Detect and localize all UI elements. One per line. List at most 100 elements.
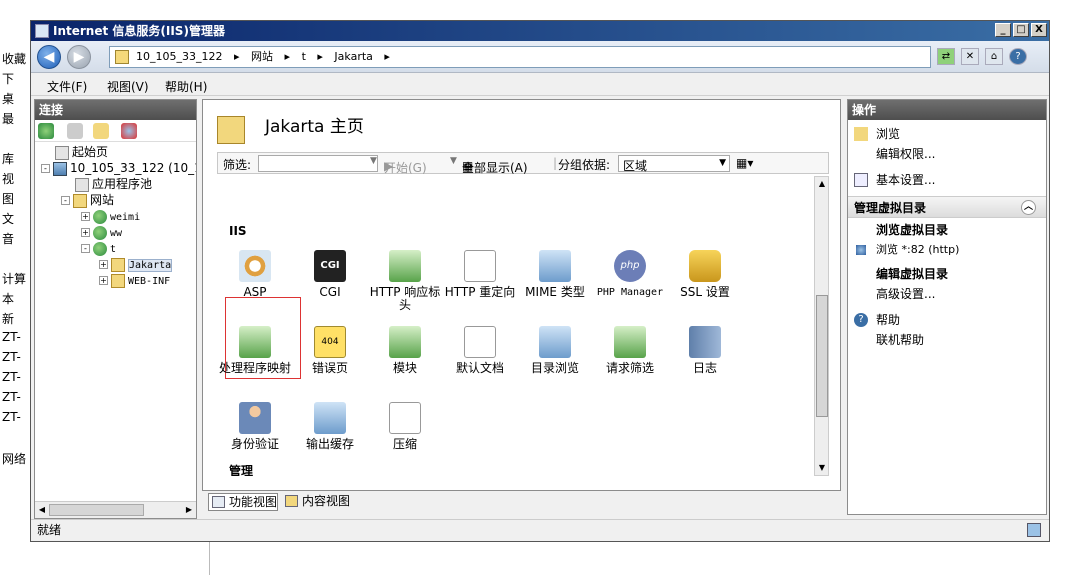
menu-file[interactable]: 文件(F) [47, 78, 87, 95]
status-bar: 就绪 [31, 519, 1049, 541]
expand-icon[interactable]: + [99, 276, 108, 285]
globe-icon [93, 241, 107, 256]
filter-dropdown-icon[interactable]: ▼ [370, 156, 377, 166]
save-icon[interactable] [67, 123, 83, 139]
forward-button[interactable]: ▶ [67, 45, 91, 69]
minimize-button[interactable]: _ [995, 23, 1011, 37]
browse-port-icon [856, 245, 866, 255]
modules-icon [389, 326, 421, 358]
feature-cgi[interactable]: CGI CGI [292, 250, 368, 299]
action-advanced-settings[interactable]: 高级设置... [876, 286, 935, 302]
title-bar[interactable]: Internet 信息服务(IIS)管理器 _ □ X [31, 21, 1049, 41]
scroll-thumb[interactable] [816, 295, 828, 417]
maximize-button[interactable]: □ [1013, 23, 1029, 37]
menu-view[interactable]: 视图(V) [107, 78, 149, 95]
feature-handler-mappings[interactable]: 处理程序映射 [217, 326, 293, 375]
crumb-item[interactable]: t [302, 50, 306, 63]
feature-http-redirect[interactable]: HTTP 重定向 [442, 250, 518, 299]
tree-node-start-page[interactable]: 起始页 [55, 144, 108, 160]
feature-http-response-headers[interactable]: HTTP 响应标头 [367, 250, 443, 312]
connections-toolbar [35, 120, 196, 142]
crumb-separator[interactable]: ▸ [317, 50, 323, 63]
tree-node-web-inf[interactable]: + WEB-INF [99, 272, 170, 288]
scroll-left-icon[interactable]: ◀ [36, 504, 48, 516]
scroll-thumb[interactable] [49, 504, 144, 516]
collapse-icon[interactable]: - [61, 196, 70, 205]
action-browse-port[interactable]: 浏览 *:82 (http) [856, 242, 960, 258]
folder-icon [217, 116, 245, 144]
expand-icon[interactable]: + [81, 212, 90, 221]
home-icon[interactable]: ⌂ [985, 48, 1003, 65]
crumb-separator[interactable]: ▸ [285, 50, 291, 63]
scroll-right-icon[interactable]: ▶ [183, 504, 195, 516]
tree-node-site-weimi[interactable]: + weimi [81, 208, 140, 224]
features-pane: Jakarta 主页 筛选: ▼ ▶ 开始(G) ▼ ▦ 全部显示(A) | 分组… [202, 99, 841, 491]
feature-ssl-settings[interactable]: SSL 设置 [667, 250, 743, 299]
crumb-separator[interactable]: ▸ [234, 50, 240, 63]
feature-default-document[interactable]: 默认文档 [442, 326, 518, 375]
scroll-down-icon[interactable]: ▼ [816, 462, 828, 474]
refresh-icon[interactable]: ⇄ [937, 48, 955, 65]
features-vertical-scrollbar[interactable]: ▲ ▼ [814, 176, 829, 476]
address-breadcrumb[interactable]: 10_105_33_122 ▸ 网站 ▸ t ▸ Jakarta ▸ [109, 46, 931, 68]
action-label: 浏览 *:82 (http) [876, 243, 960, 256]
crumb-item[interactable]: 网站 [251, 50, 273, 63]
tree-node-app-pools[interactable]: 应用程序池 [75, 176, 152, 192]
tab-content-view[interactable]: 内容视图 [282, 493, 350, 511]
bg-item: 网络 [2, 452, 27, 466]
action-online-help[interactable]: 联机帮助 [876, 332, 924, 348]
tree-node-site-t[interactable]: -t [81, 240, 116, 256]
bg-item: ZT- [2, 370, 21, 384]
browse-vdir-heading: 浏览虚拟目录 [876, 223, 949, 237]
feature-mime-types[interactable]: MIME 类型 [517, 250, 593, 299]
feature-php-manager[interactable]: php PHP Manager [592, 250, 668, 299]
output-caching-icon [314, 402, 346, 434]
crumb-item[interactable]: Jakarta [334, 50, 372, 63]
tree-node-server[interactable]: - 10_105_33_122 (10_10 [41, 160, 196, 176]
collapse-icon[interactable]: - [41, 164, 50, 173]
scroll-up-icon[interactable]: ▲ [816, 178, 828, 190]
action-edit-permissions[interactable]: 编辑权限... [876, 146, 935, 162]
menu-help[interactable]: 帮助(H) [165, 78, 207, 95]
tree-node-jakarta[interactable]: + Jakarta [99, 256, 173, 272]
tree-node-site-ww[interactable]: + ww [81, 224, 122, 240]
filter-input[interactable] [258, 155, 378, 172]
action-browse[interactable]: 浏览 [854, 126, 900, 142]
tree-node-sites[interactable]: - 网站 [61, 192, 114, 208]
disconnect-icon[interactable] [121, 123, 137, 139]
filter-label: 筛选: [223, 158, 252, 172]
feature-authentication[interactable]: 身份验证 [217, 402, 293, 451]
collapse-icon[interactable]: - [81, 244, 90, 253]
up-folder-icon[interactable] [93, 123, 109, 139]
feature-output-caching[interactable]: 输出缓存 [292, 402, 368, 451]
action-help[interactable]: ? 帮助 [854, 312, 900, 328]
tab-features-view[interactable]: 功能视图 [208, 493, 279, 511]
feature-logging[interactable]: 日志 [667, 326, 743, 375]
section-manage-vdir[interactable]: 管理虚拟目录 ︿ [848, 196, 1046, 218]
close-button[interactable]: X [1031, 23, 1047, 37]
tree-horizontal-scrollbar[interactable]: ◀ ▶ [35, 501, 196, 518]
bg-item: 新 [2, 312, 15, 326]
feature-modules[interactable]: 模块 [367, 326, 443, 375]
help-icon[interactable]: ? [1009, 48, 1027, 65]
action-basic-settings[interactable]: 基本设置... [854, 172, 935, 188]
feature-directory-browsing[interactable]: 目录浏览 [517, 326, 593, 375]
expand-icon[interactable]: + [99, 260, 108, 269]
connect-icon[interactable] [38, 123, 54, 139]
window-title: Internet 信息服务(IIS)管理器 [53, 24, 225, 38]
feature-request-filtering[interactable]: 请求筛选 [592, 326, 668, 375]
stop-icon[interactable]: ✕ [961, 48, 979, 65]
view-mode-icon[interactable]: ▦▾ [736, 156, 753, 170]
start-dropdown-icon[interactable]: ▼ [450, 156, 457, 166]
collapse-up-icon[interactable]: ︿ [1021, 200, 1036, 215]
crumb-item[interactable]: 10_105_33_122 [136, 50, 223, 63]
feature-asp[interactable]: ASP [217, 250, 293, 299]
feature-compression[interactable]: 压缩 [367, 402, 443, 451]
expand-icon[interactable]: + [81, 228, 90, 237]
group-by-label: 分组依据: [558, 158, 611, 172]
crumb-separator[interactable]: ▸ [384, 50, 390, 63]
feature-error-pages[interactable]: 404 错误页 [292, 326, 368, 375]
bg-item: 收藏 [2, 52, 27, 66]
back-button[interactable]: ◀ [37, 45, 61, 69]
group-by-select[interactable]: 区域 ▼ [618, 155, 730, 173]
